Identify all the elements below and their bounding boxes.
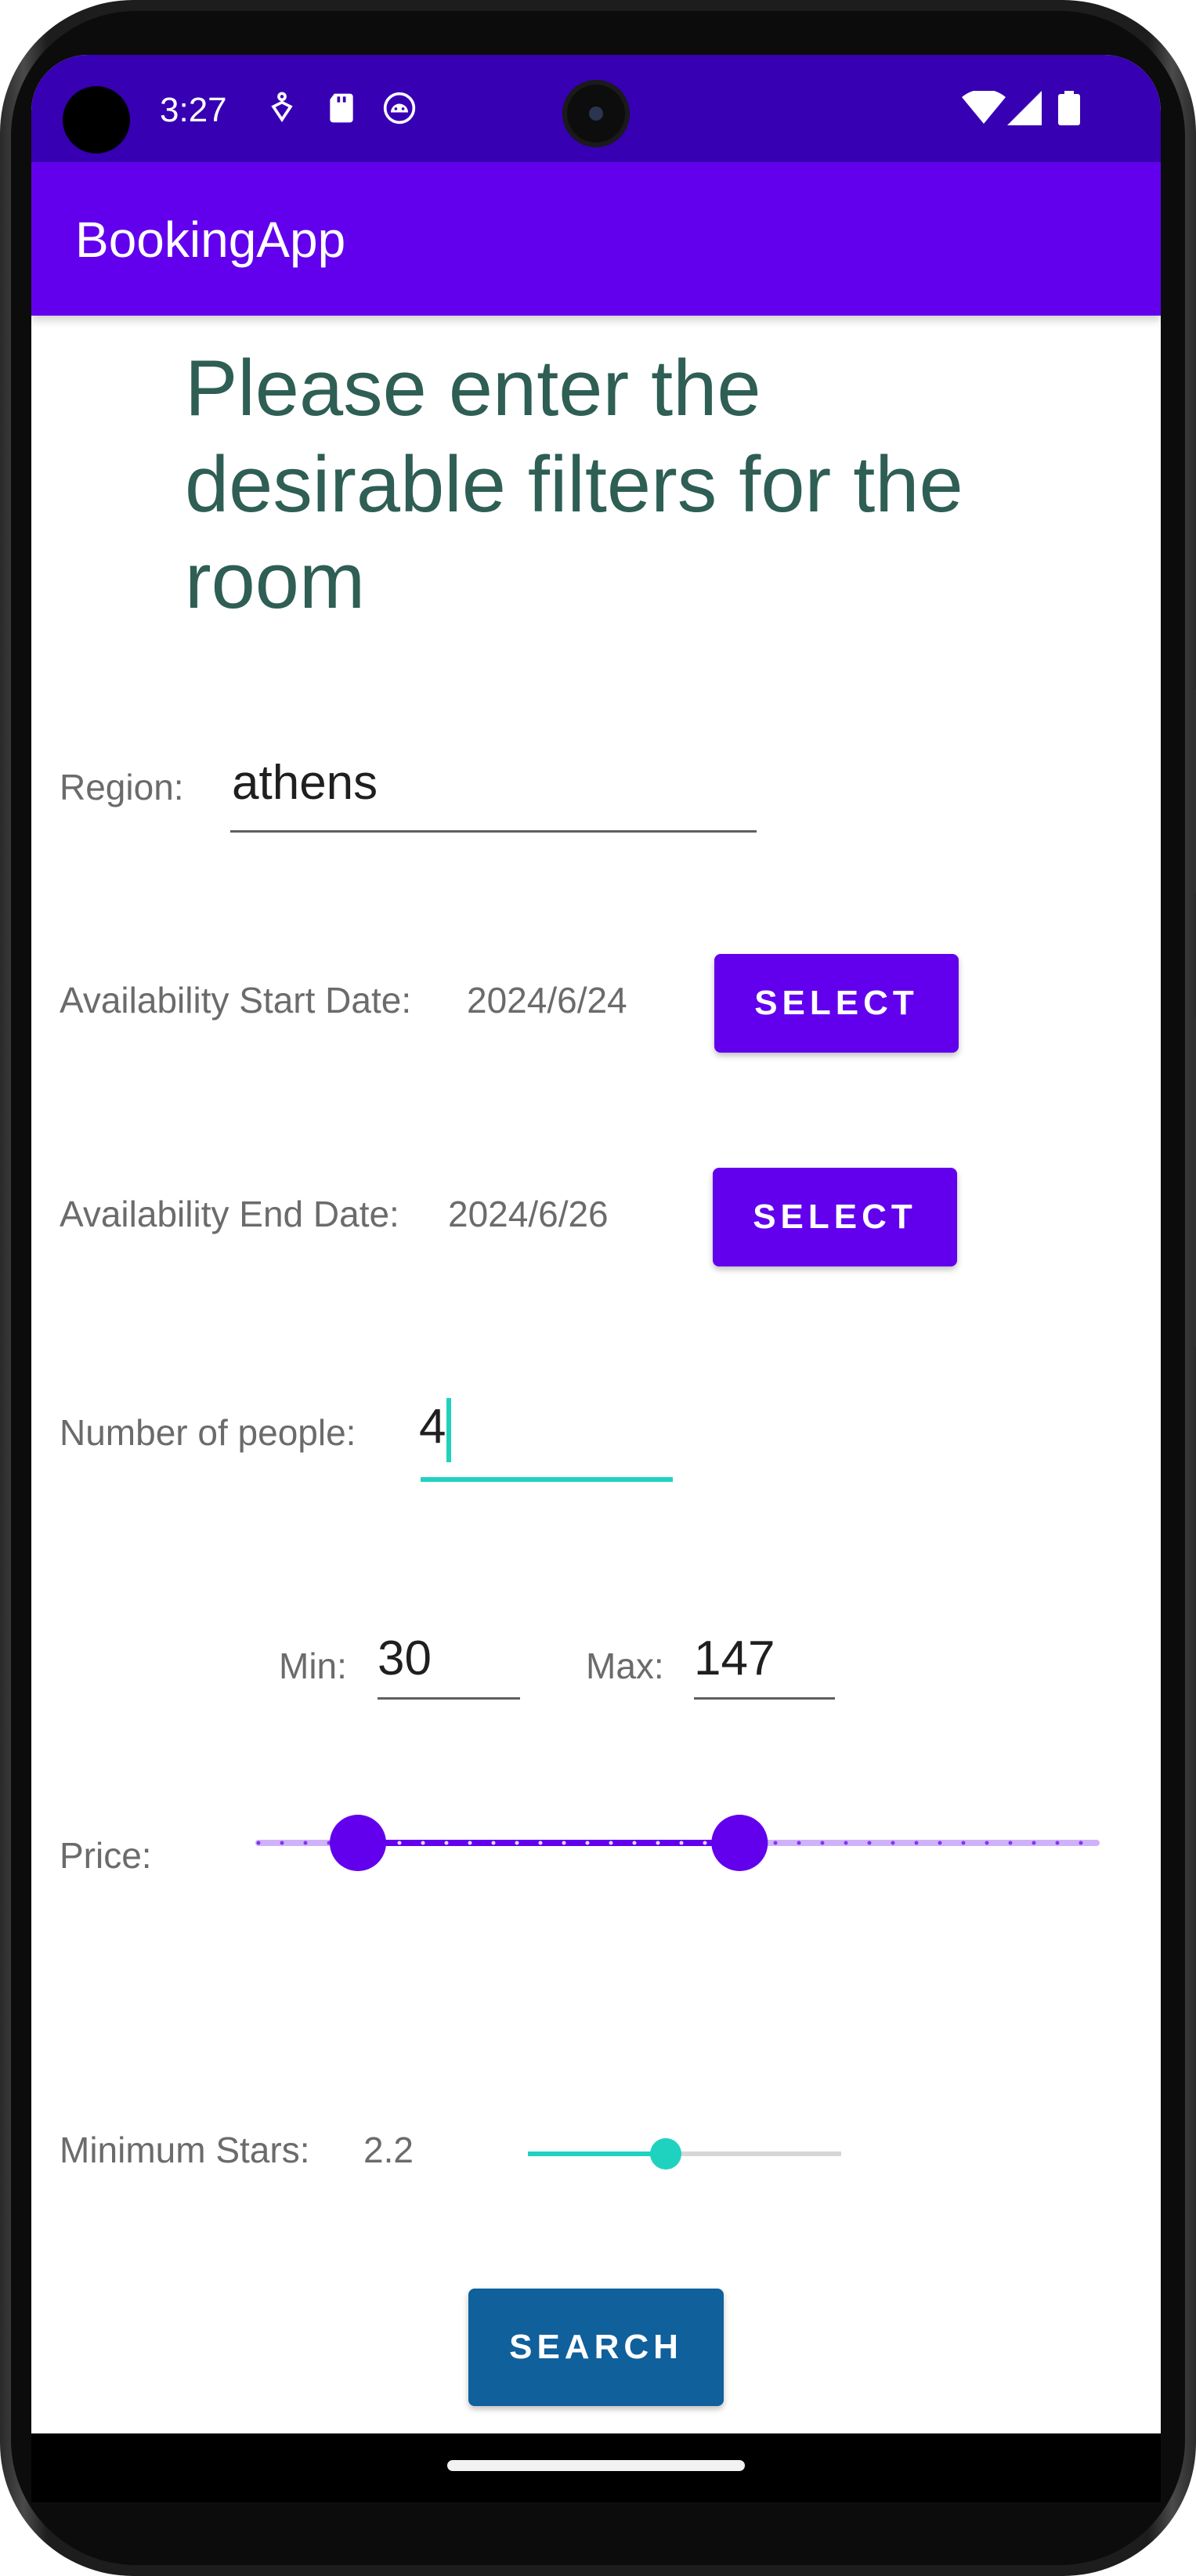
end-date-label: Availability End Date: bbox=[60, 1194, 399, 1234]
front-camera bbox=[562, 80, 630, 147]
price-slider-tick bbox=[797, 1841, 801, 1845]
price-slider-tick bbox=[538, 1841, 543, 1845]
price-min-label: Min: bbox=[279, 1646, 347, 1686]
device-frame: 3:27 BookingApp Please enter the desirab… bbox=[0, 0, 1196, 2576]
region-input[interactable]: athens bbox=[232, 755, 378, 811]
price-slider-tick bbox=[938, 1841, 942, 1845]
search-button[interactable]: SEARCH bbox=[468, 2289, 724, 2406]
price-min-underline bbox=[378, 1697, 520, 1700]
price-max-underline bbox=[694, 1697, 835, 1700]
people-input-underline bbox=[421, 1477, 673, 1482]
people-input[interactable]: 4 bbox=[419, 1399, 446, 1454]
price-slider-tick bbox=[1055, 1841, 1060, 1845]
stars-value: 2.2 bbox=[363, 2130, 414, 2170]
wifi-icon bbox=[962, 91, 1006, 125]
price-slider-tick bbox=[515, 1841, 519, 1845]
battery-icon bbox=[1057, 91, 1081, 125]
people-label: Number of people: bbox=[60, 1412, 356, 1453]
price-slider-tick bbox=[891, 1841, 895, 1845]
price-slider-tick bbox=[773, 1841, 778, 1845]
text-cursor bbox=[446, 1398, 451, 1462]
select-start-date-button[interactable]: SELECT bbox=[714, 954, 959, 1053]
price-slider-tick bbox=[656, 1841, 660, 1845]
price-min-thumb[interactable] bbox=[330, 1815, 386, 1871]
home-gesture-pill[interactable] bbox=[447, 2460, 745, 2471]
page-heading: Please enter the desirable filters for t… bbox=[185, 345, 963, 625]
price-slider-tick bbox=[914, 1841, 919, 1845]
price-slider-tick bbox=[491, 1841, 496, 1845]
price-slider-tick bbox=[820, 1841, 825, 1845]
accessibility-icon bbox=[265, 91, 299, 125]
volume-button bbox=[1191, 689, 1196, 893]
navigation-bar bbox=[31, 2433, 1161, 2502]
stars-slider-graphic bbox=[528, 2138, 841, 2170]
select-end-date-button[interactable]: SELECT bbox=[713, 1168, 957, 1266]
android-debug-icon bbox=[382, 91, 417, 125]
price-slider-tick bbox=[303, 1841, 308, 1845]
price-slider-tick bbox=[256, 1841, 261, 1845]
price-slider-tick bbox=[444, 1841, 449, 1845]
price-slider-tick bbox=[562, 1841, 566, 1845]
price-max-label: Max: bbox=[586, 1646, 664, 1686]
price-slider-tick bbox=[985, 1841, 989, 1845]
price-slider-tick bbox=[632, 1841, 637, 1845]
app-bar: BookingApp bbox=[31, 162, 1161, 316]
price-slider-tick bbox=[1008, 1841, 1013, 1845]
price-max-input[interactable]: 147 bbox=[694, 1631, 775, 1686]
price-slider-tick bbox=[679, 1841, 684, 1845]
price-slider-tick bbox=[468, 1841, 472, 1845]
price-label: Price: bbox=[60, 1835, 152, 1876]
stars-slider[interactable] bbox=[520, 2130, 849, 2177]
price-slider-tick bbox=[961, 1841, 966, 1845]
price-slider-tick bbox=[609, 1841, 613, 1845]
power-button bbox=[1191, 1018, 1196, 1347]
phone-screen: 3:27 BookingApp Please enter the desirab… bbox=[31, 55, 1161, 2502]
price-slider-tick bbox=[421, 1841, 425, 1845]
camera-cutout bbox=[63, 86, 130, 154]
start-date-label: Availability Start Date: bbox=[60, 980, 412, 1021]
app-title: BookingApp bbox=[75, 211, 346, 268]
price-slider-tick bbox=[867, 1841, 872, 1845]
start-date-value: 2024/6/24 bbox=[467, 980, 627, 1021]
status-bar: 3:27 bbox=[31, 55, 1161, 162]
price-max-thumb[interactable] bbox=[711, 1815, 768, 1871]
price-min-input[interactable]: 30 bbox=[378, 1631, 432, 1686]
price-slider-tick bbox=[703, 1841, 707, 1845]
region-input-underline bbox=[230, 830, 757, 833]
price-slider-tick bbox=[280, 1841, 284, 1845]
price-range-slider[interactable] bbox=[227, 1813, 1104, 1873]
region-label: Region: bbox=[60, 767, 184, 807]
sd-card-icon bbox=[324, 91, 359, 125]
price-slider-tick bbox=[585, 1841, 590, 1845]
price-range-slider-graphic bbox=[255, 1815, 1100, 1871]
price-slider-tick bbox=[397, 1841, 402, 1845]
stars-slider-thumb[interactable] bbox=[650, 2138, 681, 2170]
stars-label: Minimum Stars: bbox=[60, 2130, 310, 2170]
cell-signal-icon bbox=[1007, 91, 1042, 125]
price-slider-tick bbox=[1079, 1841, 1083, 1845]
status-time: 3:27 bbox=[160, 91, 227, 129]
end-date-value: 2024/6/26 bbox=[448, 1194, 609, 1234]
price-slider-tick bbox=[844, 1841, 848, 1845]
price-slider-tick bbox=[1032, 1841, 1036, 1845]
